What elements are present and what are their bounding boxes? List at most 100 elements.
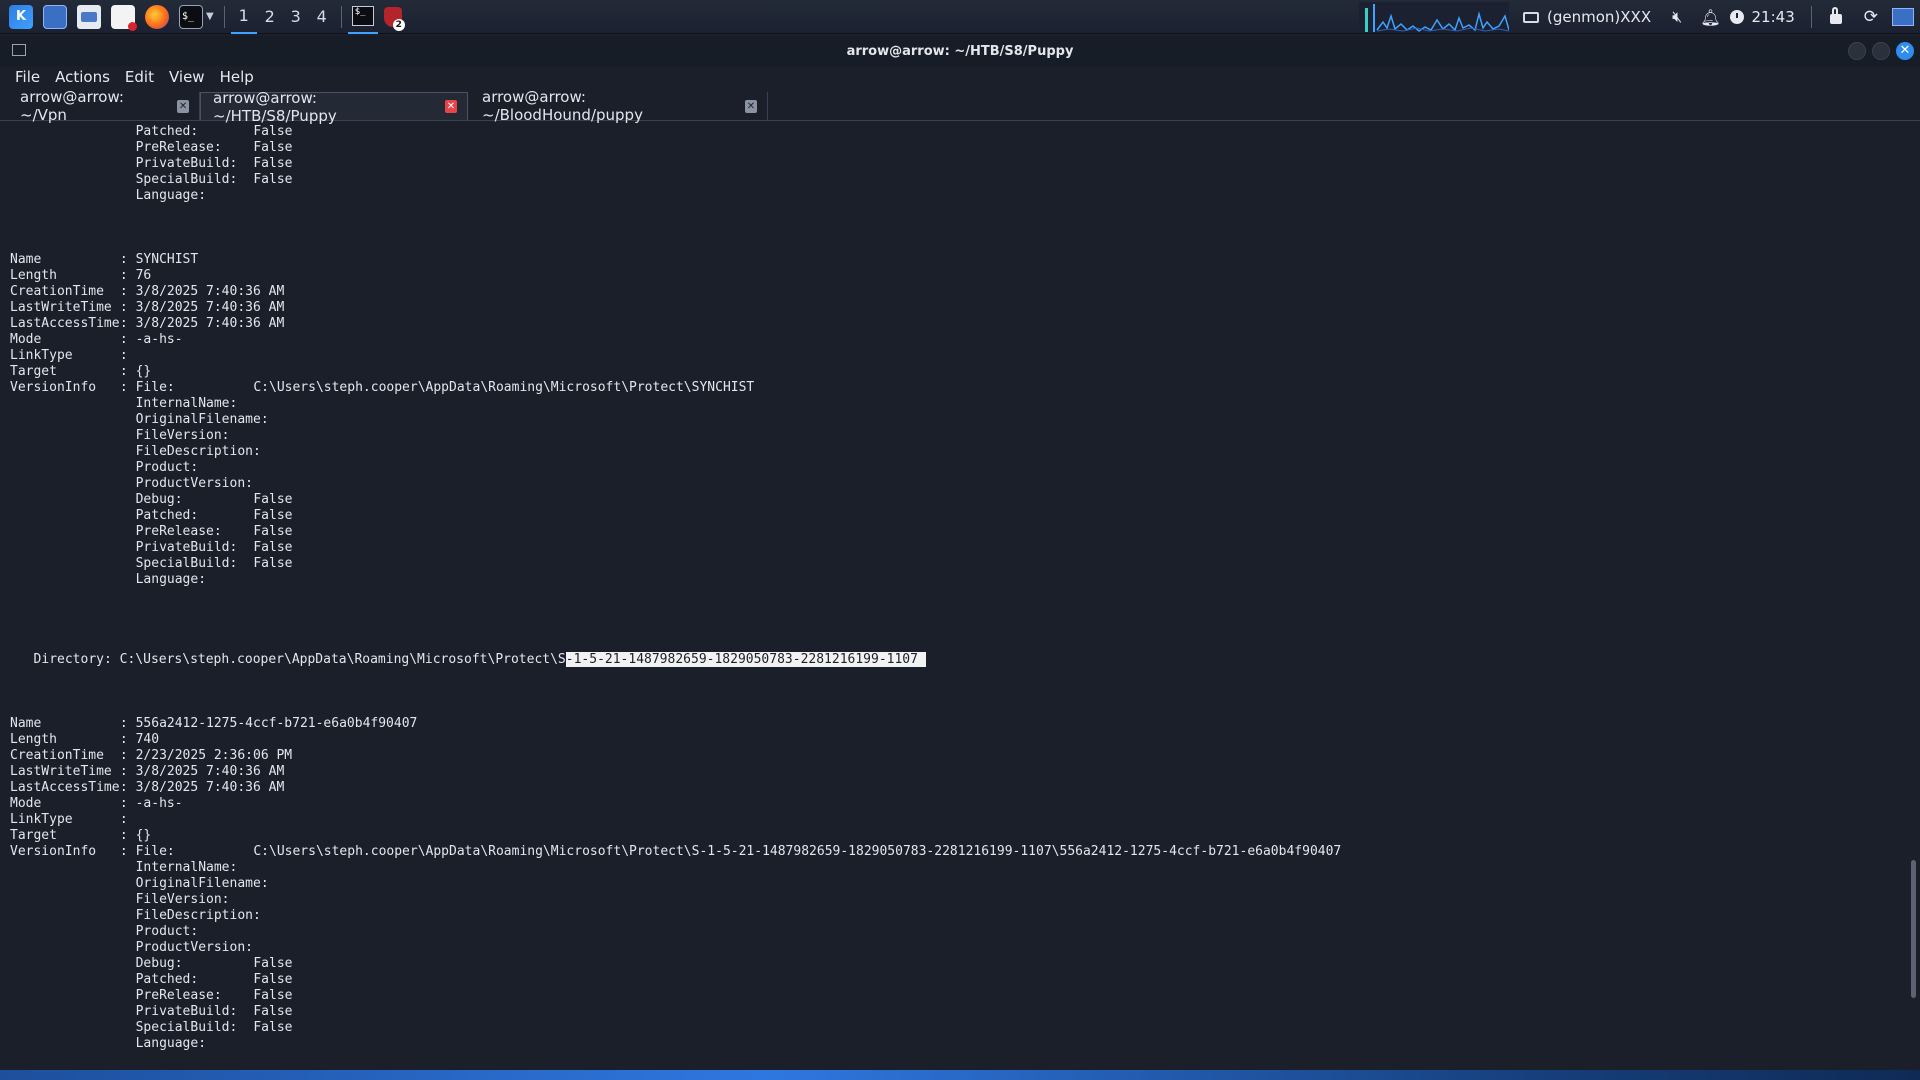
directory-path: Directory: C:\Users\steph.cooper\AppData… bbox=[33, 652, 566, 667]
network-monitor-graph bbox=[1359, 2, 1510, 32]
property-row: Mode: -a-hs- bbox=[10, 796, 183, 811]
panel-separator bbox=[340, 5, 342, 28]
version-row: FileVersion: bbox=[135, 428, 230, 443]
version-row: Product: bbox=[135, 924, 199, 939]
taskbar-terminal-button[interactable]: $_ bbox=[347, 0, 378, 34]
version-row: Patched: False bbox=[135, 124, 293, 139]
version-row: FileVersion: bbox=[135, 892, 230, 907]
top-panel: K $_ ▼ 1 2 3 4 $_ 2 (genmon)XXX 🔇︎ 🔔︎ 21… bbox=[0, 0, 1920, 34]
version-row: SpecialBuild: False bbox=[135, 1020, 293, 1035]
property-row: Name:556a2412-1275-4ccf-b721-e6a0b4f9040… bbox=[10, 716, 418, 731]
version-row: OriginalFilename: bbox=[135, 412, 269, 427]
text-editor-icon[interactable] bbox=[111, 4, 137, 31]
terminal-window-icon[interactable] bbox=[12, 44, 26, 56]
version-row: PrivateBuild: False bbox=[135, 1004, 293, 1019]
directory-header: Directory: C:\Users\steph.cooper\AppData… bbox=[10, 652, 1900, 668]
firefox-icon[interactable] bbox=[145, 4, 169, 29]
terminal-output[interactable]: Patched: False PreRelease: False PrivateBu… bbox=[10, 124, 1900, 1052]
property-row: Length:740 bbox=[10, 732, 160, 747]
tab-close-icon[interactable]: ✕ bbox=[177, 99, 189, 113]
versioninfo-row: VersionInfo: File: C:\Users\steph.cooper\A… bbox=[10, 380, 755, 395]
version-row: Debug: False bbox=[135, 956, 293, 971]
window-titlebar[interactable]: arrow@arrow: ~/HTB/S8/Puppy ✕ bbox=[0, 36, 1920, 66]
menu-help[interactable]: Help bbox=[220, 68, 254, 86]
property-row: Target:{} bbox=[10, 828, 152, 843]
terminal-scrollbar[interactable] bbox=[1911, 860, 1916, 998]
version-row: FileDescription: bbox=[135, 444, 261, 459]
workspace-3[interactable]: 3 bbox=[283, 0, 309, 34]
monitor-icon bbox=[1523, 11, 1540, 23]
kali-menu-icon[interactable]: K bbox=[9, 4, 33, 29]
menu-bar: File Actions Edit View Help bbox=[0, 66, 262, 88]
version-row: Product: bbox=[135, 460, 199, 475]
property-row: LastAccessTime:3/8/2025 7:40:36 AM bbox=[10, 316, 285, 331]
tab-bloodhound[interactable]: arrow@arrow: ~/BloodHound/puppy ✕ bbox=[470, 88, 768, 124]
terminal-launcher-icon[interactable]: $_ bbox=[179, 4, 203, 29]
clock-time[interactable]: 21:43 bbox=[1752, 8, 1795, 26]
version-row: Patched: False bbox=[135, 508, 293, 523]
version-row: SpecialBuild: False bbox=[135, 556, 293, 571]
version-row: Patched: False bbox=[135, 972, 293, 987]
show-desktop-button[interactable] bbox=[1892, 8, 1914, 26]
terminal-window-icon: $_ bbox=[351, 5, 374, 26]
volume-muted-icon[interactable]: 🔇︎ bbox=[1672, 7, 1682, 27]
version-row: Language: bbox=[135, 188, 207, 203]
property-row: LinkType: bbox=[10, 348, 128, 363]
selected-text[interactable]: -1-5-21-1487982659-1829050783-2281216199… bbox=[565, 652, 926, 667]
version-row: PreRelease: False bbox=[135, 524, 293, 539]
maximize-button[interactable] bbox=[1872, 42, 1890, 60]
tab-bar: arrow@arrow: ~/Vpn ✕ arrow@arrow: ~/HTB/… bbox=[0, 88, 1920, 125]
tab-label: arrow@arrow: ~/Vpn bbox=[20, 88, 124, 124]
workspace-1[interactable]: 1 bbox=[230, 0, 257, 34]
menu-file[interactable]: File bbox=[15, 68, 40, 86]
power-icon[interactable]: ⟳ bbox=[1864, 7, 1878, 27]
version-row: PreRelease: False bbox=[135, 140, 293, 155]
version-row: PreRelease: False bbox=[135, 988, 293, 1003]
property-row: Mode: -a-hs- bbox=[10, 332, 183, 347]
property-row: Name: SYNCHIST bbox=[10, 252, 199, 267]
taskbar-brave-button[interactable]: 2 bbox=[378, 0, 408, 34]
close-button[interactable]: ✕ bbox=[1896, 42, 1914, 60]
chevron-down-icon[interactable]: ▼ bbox=[206, 11, 214, 22]
menu-actions[interactable]: Actions bbox=[55, 68, 110, 86]
version-row: InternalName: bbox=[135, 396, 238, 411]
version-row: InternalName: bbox=[135, 860, 238, 875]
property-row: Target:{} bbox=[10, 364, 152, 379]
show-desktop-icon[interactable] bbox=[43, 4, 67, 29]
version-row: OriginalFilename: bbox=[135, 876, 269, 891]
tab-vpn[interactable]: arrow@arrow: ~/Vpn ✕ bbox=[8, 88, 200, 124]
property-row: LinkType: bbox=[10, 812, 128, 827]
version-row: ProductVersion: bbox=[135, 940, 253, 955]
desktop-wallpaper-strip bbox=[0, 1070, 1920, 1080]
property-row: LastAccessTime:3/8/2025 7:40:36 AM bbox=[10, 780, 285, 795]
genmon-label[interactable]: (genmon)XXX bbox=[1547, 8, 1651, 26]
tab-close-icon[interactable]: ✕ bbox=[745, 99, 757, 113]
workspace-4[interactable]: 4 bbox=[309, 0, 335, 34]
window-title: arrow@arrow: ~/HTB/S8/Puppy bbox=[846, 43, 1074, 59]
lock-screen-icon[interactable] bbox=[1829, 7, 1842, 24]
version-row: PrivateBuild: False bbox=[135, 156, 293, 171]
property-row: CreationTime:3/8/2025 7:40:36 AM bbox=[10, 284, 285, 299]
tab-label: arrow@arrow: ~/BloodHound/puppy bbox=[482, 88, 643, 124]
tab-label: arrow@arrow: ~/HTB/S8/Puppy bbox=[213, 88, 337, 125]
menu-view[interactable]: View bbox=[169, 68, 205, 86]
minimize-button[interactable] bbox=[1848, 42, 1866, 60]
version-row: ProductVersion: bbox=[135, 476, 253, 491]
panel-separator bbox=[1810, 6, 1812, 28]
property-row: LastWriteTime:3/8/2025 7:40:36 AM bbox=[10, 764, 285, 779]
window-controls: ✕ bbox=[1848, 42, 1914, 60]
clock-icon bbox=[1729, 10, 1744, 24]
window-count-badge: 2 bbox=[392, 18, 405, 31]
notification-bell-icon[interactable]: 🔔︎ bbox=[1700, 8, 1720, 27]
version-row: SpecialBuild: False bbox=[135, 172, 293, 187]
tab-close-icon[interactable]: ✕ bbox=[444, 100, 457, 113]
panel-separator bbox=[223, 5, 225, 28]
property-row: LastWriteTime:3/8/2025 7:40:36 AM bbox=[10, 300, 285, 315]
panel-tray: (genmon)XXX 🔇︎ 🔔︎ 21:43 ⟳ bbox=[1359, 0, 1920, 34]
menu-edit[interactable]: Edit bbox=[125, 68, 154, 86]
file-manager-icon[interactable] bbox=[77, 4, 101, 29]
version-row: Debug: False bbox=[135, 492, 293, 507]
tab-puppy[interactable]: arrow@arrow: ~/HTB/S8/Puppy ✕ bbox=[200, 89, 468, 125]
workspace-2[interactable]: 2 bbox=[257, 0, 283, 34]
version-row: Language: bbox=[135, 572, 207, 587]
